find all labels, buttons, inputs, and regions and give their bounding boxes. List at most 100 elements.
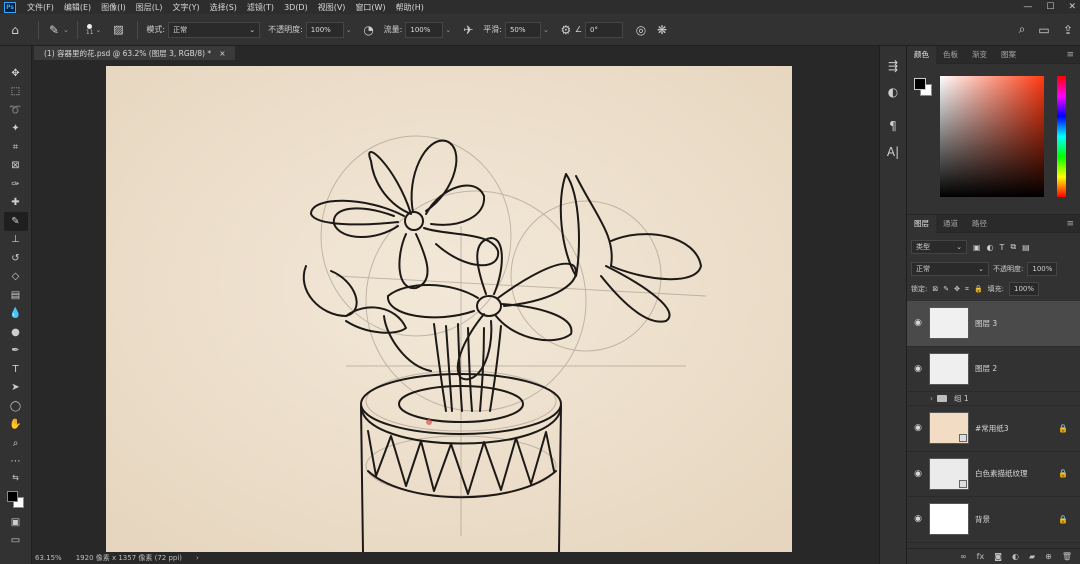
crop-tool-icon[interactable]: ⌗ [4, 138, 28, 157]
lock-pixels-icon[interactable]: ⊠ [932, 285, 938, 293]
chevron-right-icon[interactable]: › [196, 554, 199, 562]
menu-select[interactable]: 选择(S) [205, 2, 242, 13]
smoothing-field[interactable]: 50% [504, 21, 541, 38]
menu-help[interactable]: 帮助(H) [391, 2, 429, 13]
home-icon[interactable]: ⌂ [0, 23, 30, 37]
healing-brush-tool-icon[interactable]: ✚ [4, 194, 28, 213]
document-canvas[interactable] [106, 66, 792, 552]
lock-position-icon[interactable]: ✥ [954, 285, 960, 293]
tab-channels[interactable]: 通道 [936, 215, 965, 233]
layer-row[interactable]: ◉ 图层 2 [907, 347, 1080, 392]
color-swatches[interactable] [4, 487, 28, 513]
layer-opacity-field[interactable]: 100% [1027, 262, 1058, 276]
layer-group-row[interactable]: › 组 1 [907, 392, 1080, 406]
chevron-down-icon[interactable]: ⌄ [445, 26, 451, 34]
eraser-tool-icon[interactable]: ◇ [4, 268, 28, 287]
chevron-down-icon[interactable]: ⌄ [346, 26, 352, 34]
layer-row[interactable]: ◉ 白色素描纸纹理 🔒 [907, 452, 1080, 497]
layer-row[interactable]: ◉ #常用纸3 🔒 [907, 406, 1080, 452]
brush-tool-icon[interactable]: ✎ [3, 212, 28, 231]
chevron-down-icon[interactable]: ⌄ [543, 26, 549, 34]
fill-field[interactable]: 100% [1009, 282, 1040, 296]
character-icon[interactable]: A| [883, 142, 903, 162]
layer-row[interactable]: ◉ 图层 3 [907, 301, 1080, 347]
angle-field[interactable]: 0° [585, 21, 623, 38]
type-filter-icon[interactable]: T [1000, 243, 1005, 252]
adjustments-icon[interactable]: ◐ [883, 82, 903, 102]
canvas-area[interactable] [32, 60, 879, 552]
flow-field[interactable]: 100% [405, 21, 444, 38]
hand-tool-icon[interactable]: ✋ [4, 416, 28, 435]
minimize-icon[interactable]: — [1023, 2, 1032, 12]
blur-tool-icon[interactable]: 💧 [4, 305, 28, 324]
move-tool-icon[interactable]: ✥ [4, 64, 28, 83]
pressure-size-icon[interactable]: ◎ [631, 23, 651, 37]
tab-swatches[interactable]: 色板 [936, 46, 965, 64]
visibility-eye-icon[interactable]: ◉ [907, 514, 929, 524]
airbrush-icon[interactable]: ✈ [459, 23, 477, 37]
tab-patterns[interactable]: 图案 [994, 46, 1023, 64]
lock-artboard-icon[interactable]: ⌗ [965, 285, 969, 294]
clone-stamp-tool-icon[interactable]: ⊥ [4, 231, 28, 250]
menu-view[interactable]: 视图(V) [313, 2, 351, 13]
workspace-icon[interactable]: ▭ [1032, 23, 1056, 37]
history-brush-tool-icon[interactable]: ↺ [4, 249, 28, 268]
brush-tool-icon[interactable]: ✎ [47, 23, 61, 37]
swap-colors-icon[interactable]: ⇆ [4, 471, 28, 483]
brush-settings-icon[interactable]: ▨ [107, 23, 129, 36]
properties-icon[interactable]: ⇶ [883, 56, 903, 76]
mode-select[interactable]: 正常 ⌄ [168, 21, 261, 38]
visibility-eye-icon[interactable]: ◉ [907, 364, 929, 374]
screen-mode-icon[interactable]: ▭ [4, 532, 28, 551]
lock-all-icon[interactable]: 🔒 [974, 285, 983, 293]
new-adjustment-icon[interactable]: ◐ [1012, 552, 1019, 561]
shape-filter-icon[interactable]: ⧉ [1010, 242, 1016, 252]
shape-tool-icon[interactable]: ◯ [4, 397, 28, 416]
menu-window[interactable]: 窗口(W) [350, 2, 390, 13]
visibility-eye-icon[interactable]: ◉ [907, 318, 929, 328]
menu-image[interactable]: 图像(I) [96, 2, 131, 13]
pen-tool-icon[interactable]: ✒ [4, 342, 28, 361]
tab-paths[interactable]: 路径 [965, 215, 994, 233]
foreground-color[interactable] [6, 491, 18, 502]
blend-mode-select[interactable]: 正常 ⌄ [911, 262, 989, 276]
color-field[interactable] [940, 76, 1044, 197]
chevron-down-icon[interactable]: ⌄ [63, 26, 69, 34]
visibility-eye-icon[interactable]: ◉ [907, 423, 929, 433]
zoom-level[interactable]: 63.15% [35, 554, 62, 562]
new-layer-icon[interactable]: ⊕ [1045, 552, 1052, 561]
search-icon[interactable]: ⌕ [1012, 22, 1032, 37]
type-tool-icon[interactable]: T [4, 360, 28, 379]
paragraph-icon[interactable]: ¶ [883, 116, 903, 136]
trash-icon[interactable]: 🗑 [1062, 552, 1072, 561]
layer-row[interactable]: ◉ 背景 🔒 [907, 497, 1080, 543]
gear-icon[interactable]: ⚙ [557, 23, 575, 37]
close-icon[interactable]: ✕ [1068, 2, 1076, 12]
menu-file[interactable]: 文件(F) [22, 2, 59, 13]
color-panel-swatches[interactable] [914, 78, 936, 100]
brush-preset-picker[interactable]: 11 [86, 23, 94, 36]
opacity-field[interactable]: 100% [305, 21, 344, 38]
menu-3d[interactable]: 3D(D) [279, 3, 313, 12]
tab-gradients[interactable]: 渐变 [965, 46, 994, 64]
foreground-color[interactable] [914, 78, 926, 90]
chevron-right-icon[interactable]: › [907, 394, 937, 403]
new-group-icon[interactable]: ▰ [1029, 552, 1035, 561]
eyedropper-tool-icon[interactable]: ✑ [4, 175, 28, 194]
path-selection-tool-icon[interactable]: ➤ [4, 379, 28, 398]
layer-style-icon[interactable]: fx [977, 552, 985, 561]
quick-mask-icon[interactable]: ▣ [4, 513, 28, 532]
menu-type[interactable]: 文字(Y) [167, 2, 204, 13]
lock-brush-icon[interactable]: ✎ [943, 285, 949, 293]
menu-layer[interactable]: 图层(L) [131, 2, 168, 13]
zoom-tool-icon[interactable]: ⌕ [4, 434, 28, 453]
frame-tool-icon[interactable]: ⊠ [4, 157, 28, 176]
link-layers-icon[interactable]: ∞ [960, 552, 967, 561]
tab-layers[interactable]: 图层 [907, 214, 936, 233]
tab-color[interactable]: 颜色 [907, 45, 936, 64]
menu-edit[interactable]: 编辑(E) [59, 2, 96, 13]
panel-menu-icon[interactable]: ≡ [1066, 219, 1074, 229]
visibility-eye-icon[interactable]: ◉ [907, 469, 929, 479]
pressure-opacity-icon[interactable]: ◔ [360, 23, 378, 37]
add-mask-icon[interactable]: ◙ [994, 552, 1002, 561]
